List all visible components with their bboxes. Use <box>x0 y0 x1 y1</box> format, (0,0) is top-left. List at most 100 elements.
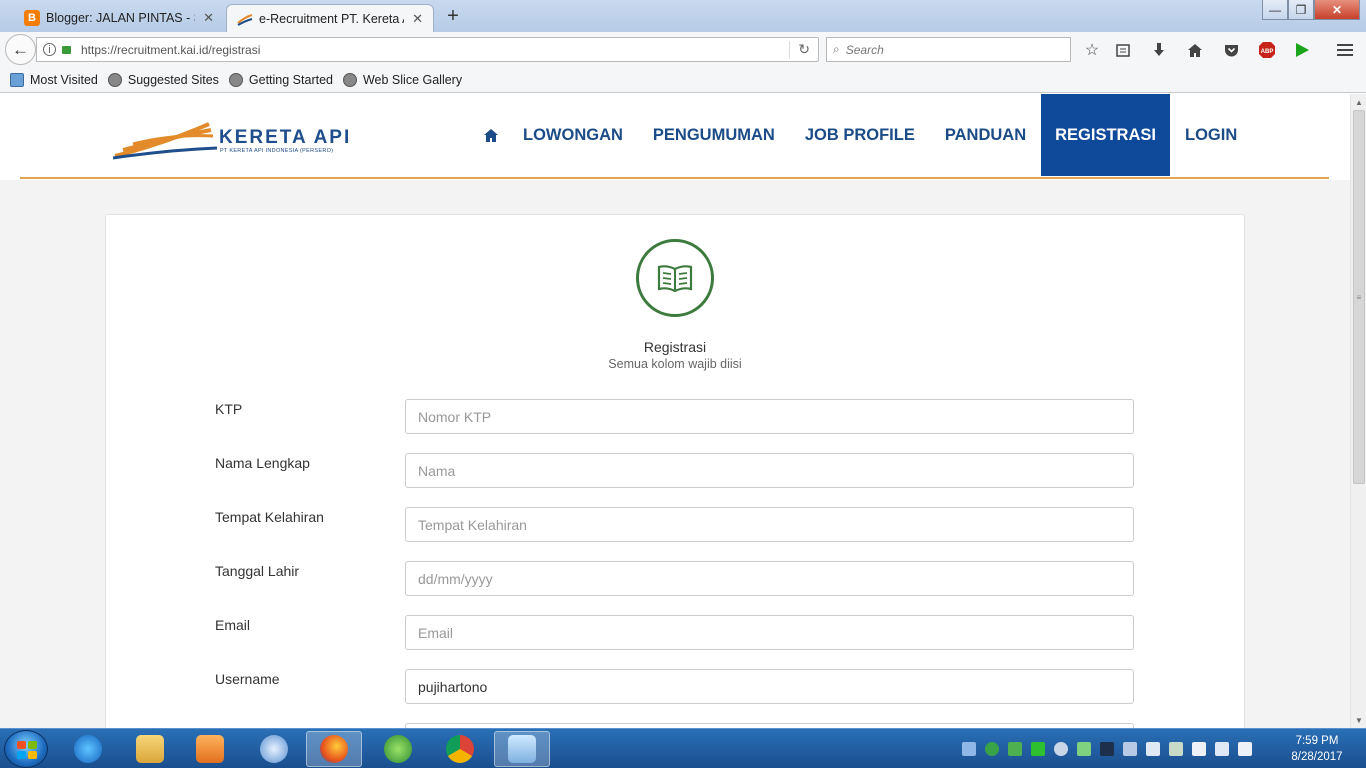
bookmark-getting-started[interactable]: Getting Started <box>228 73 333 87</box>
close-icon: ✕ <box>1331 2 1343 17</box>
bookmark-label: Most Visited <box>30 73 98 87</box>
restore-icon: ❐ <box>1295 2 1307 17</box>
home-icon <box>484 128 498 142</box>
nav-lowongan[interactable]: LOWONGAN <box>508 94 638 176</box>
scroll-up-arrow-icon[interactable]: ▲ <box>1351 94 1366 110</box>
globe-icon <box>228 73 243 87</box>
new-tab-button[interactable]: + <box>442 5 464 28</box>
blogger-favicon-icon: B <box>24 10 40 26</box>
tray-app-icon[interactable] <box>1008 742 1022 756</box>
username-label: Username <box>215 671 280 687</box>
adblock-icon[interactable]: ABP <box>1257 40 1277 60</box>
taskbar-firefox[interactable] <box>306 731 362 767</box>
scroll-down-arrow-icon[interactable]: ▼ <box>1351 712 1366 728</box>
url-text[interactable]: https://recruitment.kai.id/registrasi <box>81 43 260 57</box>
kereta-api-logo[interactable]: KERETA API PT KERETA API INDONESIA (PERS… <box>113 120 353 160</box>
network-icon[interactable] <box>1215 742 1229 756</box>
clock-date: 8/28/2017 <box>1291 751 1343 763</box>
logo-wordmark: KERETA API <box>219 127 352 148</box>
tab-title: e-Recruitment PT. Kereta Api <box>259 11 405 26</box>
search-placeholder: Search <box>845 42 884 57</box>
kai-favicon-icon <box>237 11 253 27</box>
page-scrollbar[interactable]: ▲ ≡ ▼ <box>1350 94 1366 728</box>
browser-title-bar: B Blogger: JALAN PINTAS - Ser ✕ e-Recrui… <box>0 0 1366 32</box>
search-icon: ⌕ <box>833 42 840 56</box>
search-input[interactable]: ⌕ Search <box>826 37 1071 62</box>
nav-job-profile[interactable]: JOB PROFILE <box>790 94 930 176</box>
email-input[interactable] <box>405 615 1134 650</box>
tray-app-icon[interactable] <box>962 742 976 756</box>
tab-close-icon[interactable]: ✕ <box>203 10 214 26</box>
tray-app-icon[interactable] <box>1169 742 1183 756</box>
reading-list-icon[interactable] <box>1113 40 1133 60</box>
volume-icon[interactable] <box>1238 742 1252 756</box>
form-subtitle: Semua kolom wajib diisi <box>608 357 742 371</box>
bookmark-star-icon[interactable]: ☆ <box>1082 40 1102 60</box>
globe-icon <box>107 73 122 87</box>
tray-app-icon[interactable] <box>1054 742 1068 756</box>
minimize-icon: — <box>1269 2 1281 17</box>
nav-pengumuman[interactable]: PENGUMUMAN <box>638 94 790 176</box>
play-icon[interactable] <box>1292 40 1312 60</box>
taskbar-chrome[interactable] <box>432 731 488 767</box>
chrome-icon <box>446 735 474 763</box>
menu-icon[interactable] <box>1335 40 1355 60</box>
tanggal-lahir-label: Tanggal Lahir <box>215 563 300 579</box>
taskbar-internet-explorer[interactable] <box>60 731 116 767</box>
tab-title: Blogger: JALAN PINTAS - Ser <box>46 11 195 25</box>
back-button[interactable]: ← <box>5 34 36 65</box>
username-input[interactable] <box>405 669 1134 704</box>
tab-e-recruitment[interactable]: e-Recruitment PT. Kereta Api ✕ <box>226 4 434 32</box>
taskbar-file-explorer[interactable] <box>122 731 178 767</box>
nav-home[interactable] <box>474 94 508 176</box>
nav-login[interactable]: LOGIN <box>1170 94 1252 176</box>
home-icon[interactable] <box>1185 40 1205 60</box>
scrollbar-thumb[interactable]: ≡ <box>1353 110 1365 484</box>
ktp-input[interactable] <box>405 399 1134 434</box>
bluetooth-icon[interactable] <box>1123 742 1137 756</box>
media-player-icon <box>196 735 224 763</box>
minimize-button[interactable]: — <box>1262 0 1288 20</box>
taskbar-green-app[interactable] <box>370 731 426 767</box>
nama-lengkap-label: Nama Lengkap <box>215 455 310 471</box>
action-center-flag-icon[interactable] <box>1192 742 1206 756</box>
clock-time: 7:59 PM <box>1295 735 1339 747</box>
bookmark-web-slice-gallery[interactable]: Web Slice Gallery <box>342 73 462 87</box>
start-button[interactable] <box>4 730 48 768</box>
url-bar[interactable]: i https://recruitment.kai.id/registrasi … <box>36 37 819 62</box>
close-window-button[interactable]: ✕ <box>1314 0 1360 20</box>
bookmark-suggested-sites[interactable]: Suggested Sites <box>107 73 219 87</box>
windows-taskbar: 7:59 PM 8/28/2017 <box>0 728 1366 768</box>
folder-icon <box>136 735 164 763</box>
tray-app-icon[interactable] <box>1077 742 1091 756</box>
nav-panduan[interactable]: PANDUAN <box>930 94 1041 176</box>
maximize-button[interactable]: ❐ <box>1288 0 1314 20</box>
internet-explorer-icon <box>74 735 102 763</box>
reload-icon[interactable]: ↻ <box>789 41 810 58</box>
nama-input[interactable] <box>405 453 1134 488</box>
tray-app-icon[interactable] <box>1031 742 1045 756</box>
wireless-icon[interactable] <box>1146 742 1160 756</box>
form-row-ktp: KTP <box>106 399 1244 435</box>
taskbar-clock[interactable]: 7:59 PM 8/28/2017 <box>1272 733 1362 765</box>
form-title: Registrasi <box>643 339 707 355</box>
most-visited-icon <box>10 73 24 87</box>
site-info-icon[interactable]: i <box>43 43 56 56</box>
tab-close-icon[interactable]: ✕ <box>412 11 423 27</box>
form-row-tanggal-lahir: Tanggal Lahir <box>106 561 1244 597</box>
nav-registrasi[interactable]: REGISTRASI <box>1041 94 1170 176</box>
taskbar-media-player[interactable] <box>182 731 238 767</box>
tanggal-lahir-input[interactable] <box>405 561 1134 596</box>
taskbar-cd-burner[interactable] <box>246 731 302 767</box>
pocket-icon[interactable] <box>1221 40 1241 60</box>
tab-blogger[interactable]: B Blogger: JALAN PINTAS - Ser ✕ <box>14 4 224 32</box>
paint-icon <box>508 735 536 763</box>
bookmark-most-visited[interactable]: Most Visited <box>10 73 98 87</box>
tempat-kelahiran-input[interactable] <box>405 507 1134 542</box>
tray-app-icon[interactable] <box>1100 742 1114 756</box>
tray-app-icon[interactable] <box>985 742 999 756</box>
form-row-nama: Nama Lengkap <box>106 453 1244 489</box>
form-row-tempat-kelahiran: Tempat Kelahiran <box>106 507 1244 543</box>
taskbar-paint[interactable] <box>494 731 550 767</box>
download-icon[interactable] <box>1149 40 1169 60</box>
